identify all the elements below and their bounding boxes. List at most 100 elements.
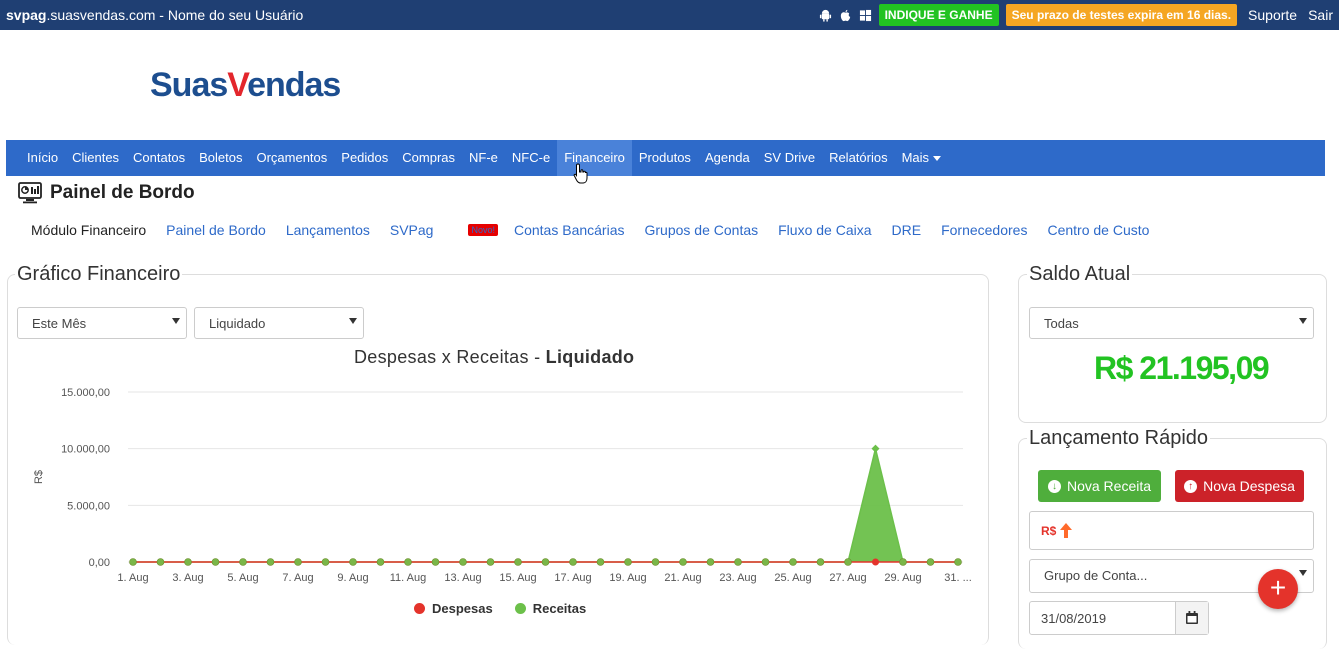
nav-clientes[interactable]: Clientes <box>65 140 126 176</box>
caret-down-icon <box>933 156 942 162</box>
x-tick-label: 19. Aug <box>609 572 646 584</box>
nav-boletos[interactable]: Boletos <box>192 140 249 176</box>
android-icon[interactable] <box>819 9 832 22</box>
subnav-grupos-de-contas[interactable]: Grupos de Contas <box>645 222 759 238</box>
receitas-point <box>844 558 852 566</box>
receitas-point <box>349 558 357 566</box>
nav-compras[interactable]: Compras <box>395 140 462 176</box>
receitas-point <box>376 558 385 566</box>
nav-inicio[interactable]: Início <box>20 140 65 176</box>
nav-agenda[interactable]: Agenda <box>698 140 757 176</box>
x-tick-label: 25. Aug <box>774 572 811 584</box>
x-tick-label: 1. Aug <box>117 572 148 584</box>
domain-bold: svpag <box>6 7 47 23</box>
nova-despesa-button[interactable]: ↑ Nova Despesa <box>1175 470 1304 502</box>
x-tick-label: 29. Aug <box>884 572 921 584</box>
legend-dot-despesas <box>414 603 425 614</box>
receitas-point <box>734 558 742 566</box>
chart-title: Despesas x Receitas - Liquidado <box>354 347 635 367</box>
y-tick-label: 10.000,00 <box>61 444 110 456</box>
y-tick-label: 5.000,00 <box>67 500 110 512</box>
receitas-point <box>706 558 715 566</box>
add-fab-button[interactable]: + <box>1258 569 1298 609</box>
novo-badge: Novo! <box>468 224 498 236</box>
receitas-point <box>651 558 660 566</box>
receitas-point <box>816 558 825 566</box>
trial-badge[interactable]: Seu prazo de testes expira em 16 dias. <box>1005 4 1238 26</box>
subnav-lancamentos[interactable]: Lançamentos <box>286 222 370 238</box>
calendar-icon <box>1186 611 1198 624</box>
conta-select[interactable]: Todas <box>1029 307 1314 339</box>
receitas-point <box>211 558 220 566</box>
receitas-point <box>596 558 605 566</box>
receitas-point <box>486 558 495 566</box>
nav-orcamentos[interactable]: Orçamentos <box>249 140 334 176</box>
date-input[interactable]: 31/08/2019 <box>1029 601 1209 635</box>
suasvendas-logo[interactable]: SuasVendas <box>150 66 341 105</box>
arrow-down-circle-icon: ↓ <box>1047 479 1061 493</box>
legend-receitas[interactable]: Receitas <box>514 601 586 616</box>
nav-nfce[interactable]: NFC-e <box>505 140 557 176</box>
nav-pedidos[interactable]: Pedidos <box>334 140 395 176</box>
apple-icon[interactable] <box>839 9 852 22</box>
subnav-painel-de-bordo[interactable]: Painel de Bordo <box>166 222 266 238</box>
y-tick-label: 0,00 <box>89 557 110 569</box>
y-tick-label: 15.000,00 <box>61 387 110 399</box>
nova-receita-button[interactable]: ↓ Nova Receita <box>1038 470 1161 502</box>
receitas-point <box>514 558 522 566</box>
nav-financeiro[interactable]: Financeiro <box>557 140 632 176</box>
receitas-point <box>129 558 137 566</box>
legend-despesas[interactable]: Despesas <box>414 601 493 616</box>
receitas-point <box>789 558 797 566</box>
subnav-centro-de-custo[interactable]: Centro de Custo <box>1047 222 1149 238</box>
valor-input[interactable]: R$ <box>1029 511 1314 550</box>
select-arrow-icon <box>1299 570 1307 576</box>
nav-svdrive[interactable]: SV Drive <box>757 140 822 176</box>
period-select[interactable]: Este Mês <box>17 307 187 339</box>
status-select[interactable]: Liquidado <box>194 307 364 339</box>
x-tick-label: 5. Aug <box>227 572 258 584</box>
nav-produtos[interactable]: Produtos <box>632 140 698 176</box>
user-name[interactable]: Nome do seu Usuário <box>168 7 303 23</box>
page-title-text: Painel de Bordo <box>50 182 195 203</box>
saldo-value: R$ 21.195,09 <box>1094 350 1270 386</box>
nav-nfe[interactable]: NF-e <box>462 140 505 176</box>
legend-dot-receitas <box>514 603 526 614</box>
saldo-panel <box>1018 274 1327 423</box>
subnav-fornecedores[interactable]: Fornecedores <box>941 222 1027 238</box>
subnav-modulo-financeiro[interactable]: Módulo Financeiro <box>31 222 146 238</box>
indique-button[interactable]: INDIQUE E GANHE <box>878 4 999 26</box>
subnav-svpag[interactable]: SVPag Novo! <box>390 222 498 238</box>
receitas-point <box>926 558 935 566</box>
x-tick-label: 27. Aug <box>829 572 866 584</box>
sair-link[interactable]: Sair <box>1308 7 1333 23</box>
subnav-fluxo-de-caixa[interactable]: Fluxo de Caixa <box>778 222 871 238</box>
receitas-point <box>954 558 962 566</box>
x-tick-label: 11. Aug <box>390 572 427 584</box>
receitas-point <box>184 558 192 566</box>
subnav-contas-bancarias[interactable]: Contas Bancárias <box>514 222 625 238</box>
x-tick-label: 13. Aug <box>444 572 481 584</box>
suporte-link[interactable]: Suporte <box>1248 7 1297 23</box>
account-info: svpag.suasvendas.com - Nome do seu Usuár… <box>6 7 303 23</box>
x-tick-label: 3. Aug <box>172 572 203 584</box>
despesas-point <box>872 558 879 566</box>
receitas-point <box>431 558 440 566</box>
calendar-button[interactable] <box>1175 602 1208 634</box>
select-arrow-icon <box>349 318 357 324</box>
receitas-point <box>459 558 467 566</box>
x-tick-label: 17. Aug <box>554 572 591 584</box>
subnav-dre[interactable]: DRE <box>892 222 922 238</box>
grafico-title: Gráfico Financeiro <box>15 263 183 286</box>
receitas-point <box>541 558 550 566</box>
chart-legend: Despesas Receitas <box>414 601 586 616</box>
windows-icon[interactable] <box>859 9 872 22</box>
x-tick-label: 23. Aug <box>719 572 756 584</box>
finance-chart: 0,00 5.000,00 10.000,00 15.000,00 R$ 1. Aug 3.… <box>33 387 972 584</box>
nav-contatos[interactable]: Contatos <box>126 140 192 176</box>
separator: - <box>155 7 168 23</box>
receitas-point <box>569 558 577 566</box>
nav-relatorios[interactable]: Relatórios <box>822 140 895 176</box>
x-tick-label: 31. ... <box>944 572 972 584</box>
nav-mais[interactable]: Mais <box>895 140 948 176</box>
